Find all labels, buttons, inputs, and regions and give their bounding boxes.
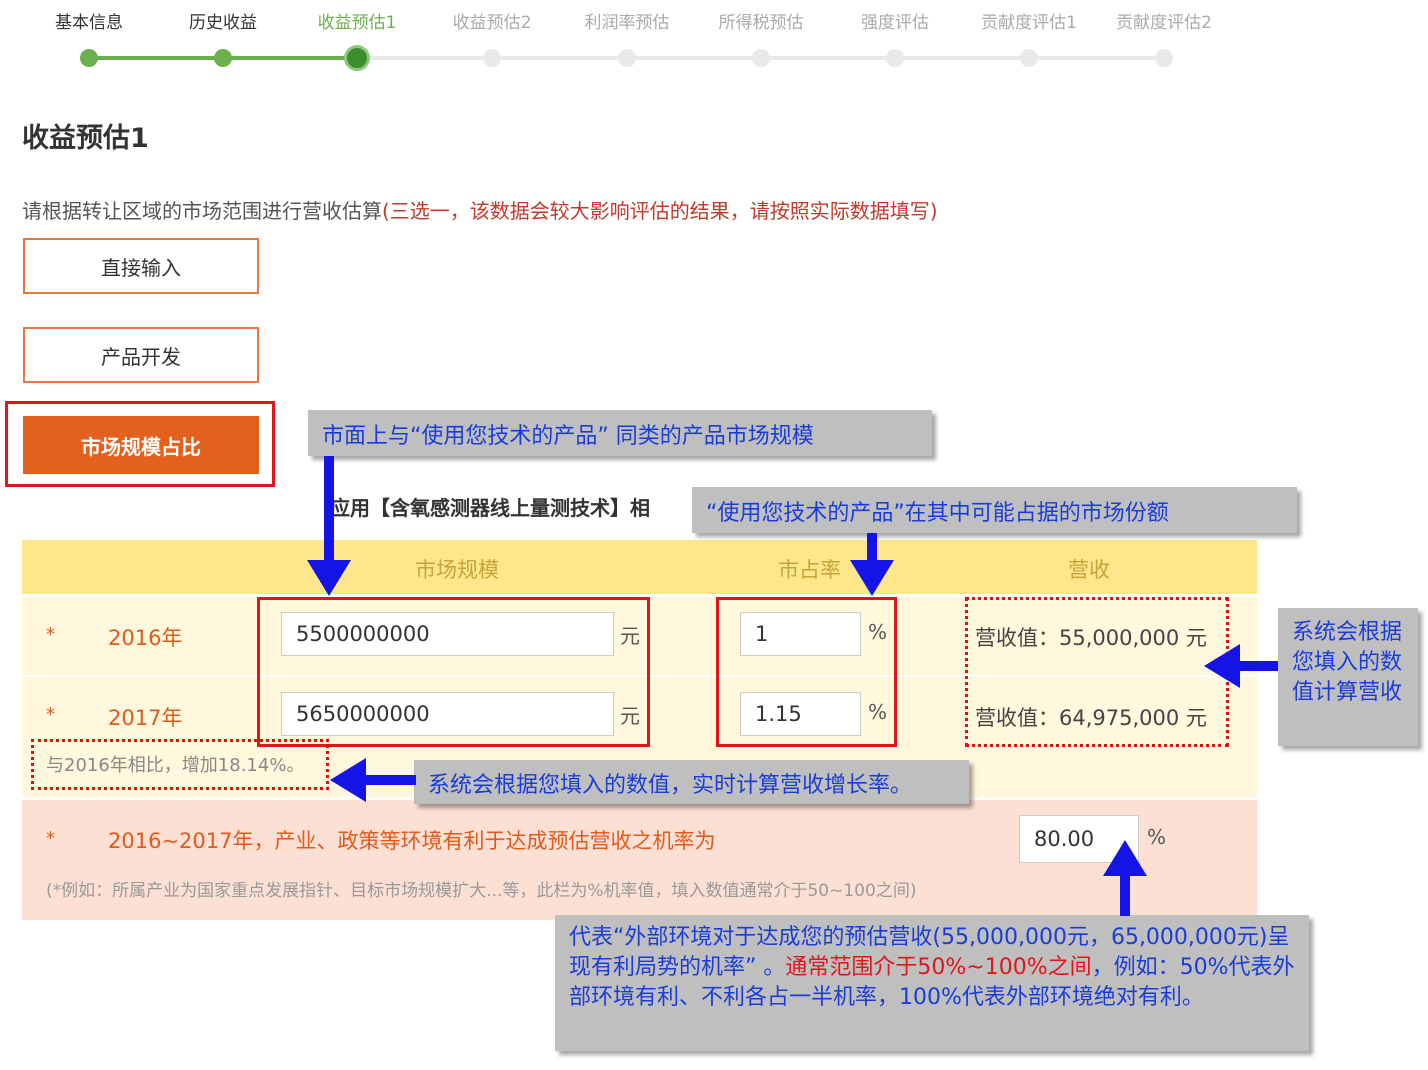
step-income-forecast-1[interactable]: 收益预估1 [318,8,397,33]
year-2016-label: 2016年 [108,626,183,650]
step-history-income[interactable]: 历史收益 [189,8,257,33]
step-contribution-2[interactable]: 贡献度评估2 [1116,8,1212,33]
step-profit-margin[interactable]: 利润率预估 [585,8,670,33]
required-star: * [46,704,55,725]
step-dot [752,49,770,67]
step-dot [80,49,98,67]
environment-note: (*例如：所属产业为国家重点发展指针、目标市场规模扩大...等，此栏为%机率值，… [46,881,917,901]
direct-input-button[interactable]: 直接输入 [23,238,259,294]
market-share-button[interactable]: 市场规模占比 [23,416,259,474]
instruction-main: 请根据转让区域的市场范围进行营收估算 [22,199,382,223]
step-basic-info[interactable]: 基本信息 [55,8,123,33]
year-2017-label: 2017年 [108,706,183,730]
instruction-note: (三选一，该数据会较大影响评估的结果，请按照实际数据填写) [382,199,938,223]
market-share-highlight [716,597,897,747]
callout-revenue-calc: 系统会根据您填入的数值计算营收 [1278,608,1418,746]
step-contribution-1[interactable]: 贡献度评估1 [981,8,1077,33]
environment-label: 2016~2017年，产业、政策等环境有利于达成预估营收之机率为 [108,829,716,853]
header-market-size: 市场规模 [415,558,499,582]
step-dot-active [344,45,370,71]
unit-percent: % [1147,825,1167,849]
page-title: 收益预估1 [22,123,149,154]
callout-growth-calc: 系统会根据您填入的数值，实时计算营收增长率。 [414,760,969,804]
header-revenue: 营收 [1068,558,1110,582]
callout-environment: 代表“外部环境对于达成您的预估营收(55,000,000元，65,000,000… [555,915,1309,1051]
revenue-highlight [965,597,1229,747]
instruction-text: 请根据转让区域的市场范围进行营收估算(三选一，该数据会较大影响评估的结果，请按照… [22,195,938,224]
step-dot [214,49,232,67]
step-income-forecast-2[interactable]: 收益预估2 [453,8,532,33]
step-dot [483,49,501,67]
step-dot [618,49,636,67]
callout-market-share: “使用您技术的产品”在其中可能占据的市场份额 [692,487,1297,533]
required-star: * [46,624,55,645]
step-dot [1155,49,1173,67]
callout-market-size: 市面上与“使用您技术的产品” 同类的产品市场规模 [308,410,932,456]
market-size-highlight [257,597,650,747]
growth-highlight [31,739,329,790]
step-dot [1020,49,1038,67]
required-star: * [46,828,55,849]
step-strength[interactable]: 强度评估 [861,8,929,33]
callout-env-text-red: 通常范围介于50%~100%之间 [785,955,1092,980]
step-dot [886,49,904,67]
step-income-tax[interactable]: 所得税预估 [719,8,804,33]
product-dev-button[interactable]: 产品开发 [23,327,259,383]
header-market-share: 市占率 [778,558,841,582]
section-subtitle: 应用【含氧感测器线上量测技术】相 [330,496,650,520]
